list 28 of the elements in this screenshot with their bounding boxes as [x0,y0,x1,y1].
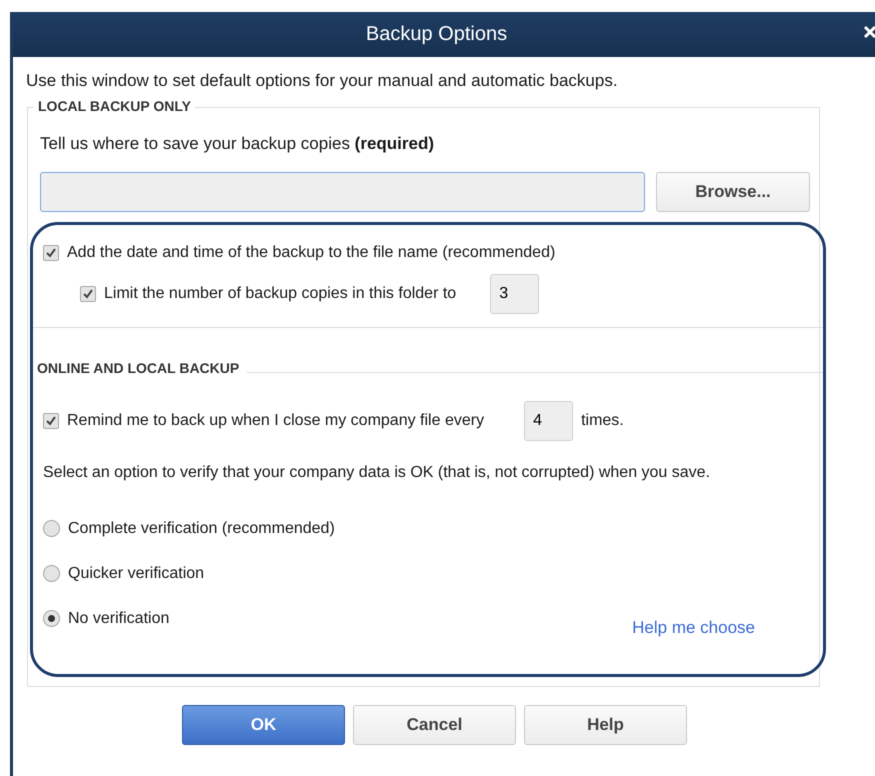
prompt-text: Tell us where to save your backup copies (required) [40,134,436,154]
radio-button[interactable] [43,565,60,582]
window-title: Backup Options [366,23,508,46]
dialog-button[interactable]: Cancel [353,705,516,745]
browse-button[interactable]: Browse... [656,172,810,212]
times-label: times. [581,412,624,430]
option-label: Complete verification (recommended) [68,520,335,538]
option-label: Remind me to back up when I close my company file every [67,412,484,430]
radio-button[interactable] [43,610,60,627]
intro-text: Use this window to set default options for your manual and automatic backups. [26,71,619,91]
option-label: No verification [68,610,170,628]
dialog-button[interactable]: OK [182,705,345,745]
verify-prompt: Select an option to verify that your company data is OK (that is, not corrupted) when you save. [43,463,712,483]
section-heading: ONLINE AND LOCAL BACKUP [36,360,240,376]
checkbox[interactable] [80,286,96,302]
option-label: Quicker verification [68,564,204,582]
radio-button[interactable] [43,520,60,537]
checkbox[interactable] [43,245,59,261]
option-label: Limit the number of backup copies in this folder to [104,285,456,303]
checkbox[interactable] [43,413,59,429]
dialog-button[interactable]: Help [524,705,687,745]
close-icon [863,25,875,39]
option-label: Add the date and time of the backup to the file name (recommended) [67,244,556,262]
section-heading: LOCAL BACKUP ONLY [34,98,195,114]
help-link[interactable]: Help me choose [632,618,755,638]
times-field[interactable]: 4 [524,401,574,441]
copies-field[interactable]: 3 [490,274,540,314]
folder-path-field[interactable] [40,172,645,212]
